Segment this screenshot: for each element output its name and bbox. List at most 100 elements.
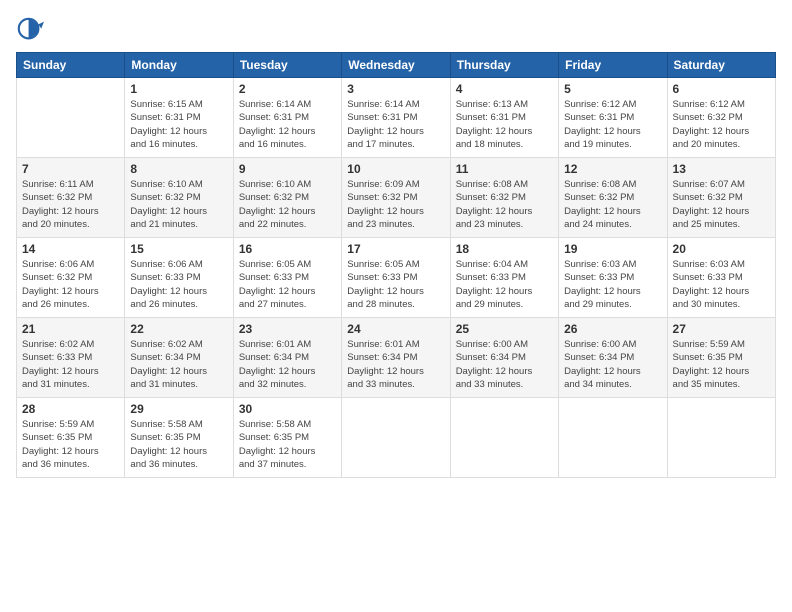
calendar-cell [667,398,775,478]
day-number: 10 [347,162,444,176]
day-number: 27 [673,322,770,336]
day-number: 13 [673,162,770,176]
day-info: Sunrise: 6:10 AM Sunset: 6:32 PM Dayligh… [239,178,336,231]
weekday-header: Wednesday [342,53,450,78]
calendar-cell: 20 Sunrise: 6:03 AM Sunset: 6:33 PM Dayli… [667,238,775,318]
day-number: 21 [22,322,119,336]
calendar-cell: 22Sunrise: 6:02 AM Sunset: 6:34 PM Dayli… [125,318,233,398]
calendar-cell: 29Sunrise: 5:58 AM Sunset: 6:35 PM Dayli… [125,398,233,478]
day-info: Sunrise: 6:13 AM Sunset: 6:31 PM Dayligh… [456,98,553,151]
calendar-cell: 19 Sunrise: 6:03 AM Sunset: 6:33 PM Dayli… [559,238,667,318]
calendar-week-row: 1Sunrise: 6:15 AM Sunset: 6:31 PM Daylig… [17,78,776,158]
day-info: Sunrise: 6:08 AM Sunset: 6:32 PM Dayligh… [564,178,661,231]
day-info: Sunrise: 6:14 AM Sunset: 6:31 PM Dayligh… [239,98,336,151]
weekday-header: Tuesday [233,53,341,78]
day-info: Sunrise: 6:12 AM Sunset: 6:31 PM Dayligh… [564,98,661,151]
day-number: 24 [347,322,444,336]
calendar-cell [342,398,450,478]
calendar-cell [17,78,125,158]
calendar-cell: 4Sunrise: 6:13 AM Sunset: 6:31 PM Daylig… [450,78,558,158]
day-number: 16 [239,242,336,256]
day-info: Sunrise: 5:59 AM Sunset: 6:35 PM Dayligh… [22,418,119,471]
calendar-cell: 8 Sunrise: 6:10 AM Sunset: 6:32 PM Daylig… [125,158,233,238]
day-info: Sunrise: 6:01 AM Sunset: 6:34 PM Dayligh… [347,338,444,391]
calendar-week-row: 7Sunrise: 6:11 AM Sunset: 6:32 PM Daylig… [17,158,776,238]
calendar-week-row: 14Sunrise: 6:06 AM Sunset: 6:32 PM Dayli… [17,238,776,318]
day-number: 5 [564,82,661,96]
calendar-cell: 24 Sunrise: 6:01 AM Sunset: 6:34 PM Dayli… [342,318,450,398]
calendar-cell: 25 Sunrise: 6:00 AM Sunset: 6:34 PM Dayli… [450,318,558,398]
calendar-cell: 9 Sunrise: 6:10 AM Sunset: 6:32 PM Daylig… [233,158,341,238]
day-info: Sunrise: 6:02 AM Sunset: 6:33 PM Dayligh… [22,338,119,391]
calendar-cell: 11 Sunrise: 6:08 AM Sunset: 6:32 PM Dayli… [450,158,558,238]
day-number: 15 [130,242,227,256]
day-info: Sunrise: 6:06 AM Sunset: 6:33 PM Dayligh… [130,258,227,311]
header [16,16,776,44]
day-info: Sunrise: 6:15 AM Sunset: 6:31 PM Dayligh… [130,98,227,151]
calendar-cell: 21 Sunrise: 6:02 AM Sunset: 6:33 PM Dayli… [17,318,125,398]
calendar-cell: 17 Sunrise: 6:05 AM Sunset: 6:33 PM Dayli… [342,238,450,318]
weekday-header: Friday [559,53,667,78]
day-number: 8 [130,162,227,176]
day-info: Sunrise: 6:11 AM Sunset: 6:32 PM Dayligh… [22,178,119,231]
calendar-cell: 16 Sunrise: 6:05 AM Sunset: 6:33 PM Dayli… [233,238,341,318]
day-number: 3 [347,82,444,96]
calendar-cell: 7Sunrise: 6:11 AM Sunset: 6:32 PM Daylig… [17,158,125,238]
day-info: Sunrise: 6:08 AM Sunset: 6:32 PM Dayligh… [456,178,553,231]
day-info: Sunrise: 6:12 AM Sunset: 6:32 PM Dayligh… [673,98,770,151]
day-info: Sunrise: 6:02 AM Sunset: 6:34 PM Dayligh… [130,338,227,391]
calendar-cell: 3Sunrise: 6:14 AM Sunset: 6:31 PM Daylig… [342,78,450,158]
day-info: Sunrise: 5:58 AM Sunset: 6:35 PM Dayligh… [239,418,336,471]
calendar-cell: 30 Sunrise: 5:58 AM Sunset: 6:35 PM Dayli… [233,398,341,478]
calendar-cell: 14Sunrise: 6:06 AM Sunset: 6:32 PM Dayli… [17,238,125,318]
calendar-cell: 18 Sunrise: 6:04 AM Sunset: 6:33 PM Dayli… [450,238,558,318]
day-info: Sunrise: 6:04 AM Sunset: 6:33 PM Dayligh… [456,258,553,311]
calendar-cell: 28 Sunrise: 5:59 AM Sunset: 6:35 PM Dayli… [17,398,125,478]
day-number: 2 [239,82,336,96]
day-info: Sunrise: 6:03 AM Sunset: 6:33 PM Dayligh… [673,258,770,311]
calendar-week-row: 21 Sunrise: 6:02 AM Sunset: 6:33 PM Dayli… [17,318,776,398]
day-number: 11 [456,162,553,176]
weekday-header: Sunday [17,53,125,78]
calendar-cell [559,398,667,478]
day-info: Sunrise: 6:06 AM Sunset: 6:32 PM Dayligh… [22,258,119,311]
calendar-week-row: 28 Sunrise: 5:59 AM Sunset: 6:35 PM Dayli… [17,398,776,478]
day-number: 19 [564,242,661,256]
day-number: 25 [456,322,553,336]
calendar-cell: 23 Sunrise: 6:01 AM Sunset: 6:34 PM Dayli… [233,318,341,398]
day-info: Sunrise: 6:03 AM Sunset: 6:33 PM Dayligh… [564,258,661,311]
weekday-header: Saturday [667,53,775,78]
calendar-header-row: SundayMondayTuesdayWednesdayThursdayFrid… [17,53,776,78]
calendar-cell: 2 Sunrise: 6:14 AM Sunset: 6:31 PM Daylig… [233,78,341,158]
day-number: 26 [564,322,661,336]
calendar-cell: 27 Sunrise: 5:59 AM Sunset: 6:35 PM Dayli… [667,318,775,398]
day-info: Sunrise: 6:10 AM Sunset: 6:32 PM Dayligh… [130,178,227,231]
calendar-cell: 6Sunrise: 6:12 AM Sunset: 6:32 PM Daylig… [667,78,775,158]
day-number: 23 [239,322,336,336]
day-info: Sunrise: 5:59 AM Sunset: 6:35 PM Dayligh… [673,338,770,391]
calendar-cell: 26 Sunrise: 6:00 AM Sunset: 6:34 PM Dayli… [559,318,667,398]
day-number: 28 [22,402,119,416]
calendar-cell: 10 Sunrise: 6:09 AM Sunset: 6:32 PM Dayli… [342,158,450,238]
day-number: 18 [456,242,553,256]
day-info: Sunrise: 6:05 AM Sunset: 6:33 PM Dayligh… [347,258,444,311]
day-number: 9 [239,162,336,176]
day-info: Sunrise: 6:07 AM Sunset: 6:32 PM Dayligh… [673,178,770,231]
day-number: 17 [347,242,444,256]
calendar-cell: 15 Sunrise: 6:06 AM Sunset: 6:33 PM Dayli… [125,238,233,318]
day-info: Sunrise: 6:05 AM Sunset: 6:33 PM Dayligh… [239,258,336,311]
day-info: Sunrise: 6:00 AM Sunset: 6:34 PM Dayligh… [564,338,661,391]
day-number: 29 [130,402,227,416]
calendar-table: SundayMondayTuesdayWednesdayThursdayFrid… [16,52,776,478]
day-number: 20 [673,242,770,256]
calendar-cell: 12Sunrise: 6:08 AM Sunset: 6:32 PM Dayli… [559,158,667,238]
day-info: Sunrise: 6:00 AM Sunset: 6:34 PM Dayligh… [456,338,553,391]
calendar-cell: 5 Sunrise: 6:12 AM Sunset: 6:31 PM Daylig… [559,78,667,158]
day-info: Sunrise: 6:01 AM Sunset: 6:34 PM Dayligh… [239,338,336,391]
weekday-header: Thursday [450,53,558,78]
logo [16,16,48,44]
day-number: 30 [239,402,336,416]
weekday-header: Monday [125,53,233,78]
logo-icon [16,16,44,44]
day-info: Sunrise: 6:09 AM Sunset: 6:32 PM Dayligh… [347,178,444,231]
